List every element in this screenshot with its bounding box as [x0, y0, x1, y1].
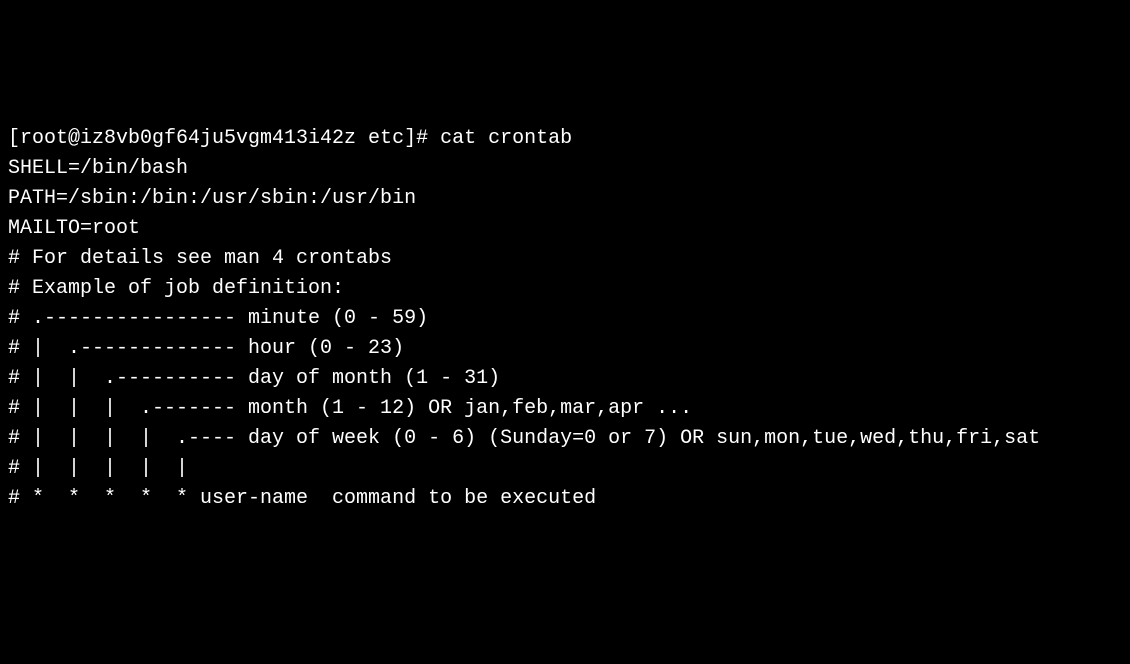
- output-line: # For details see man 4 crontabs: [8, 244, 1122, 274]
- shell-prompt: [root@iz8vb0gf64ju5vgm413i42z etc]#: [8, 127, 440, 150]
- command-text: cat crontab: [440, 127, 572, 150]
- output-line: # * * * * * user-name command to be exec…: [8, 484, 1122, 514]
- output-line: # | | | | .---- day of week (0 - 6) (Sun…: [8, 424, 1122, 454]
- output-line: SHELL=/bin/bash: [8, 154, 1122, 184]
- output-line: PATH=/sbin:/bin:/usr/sbin:/usr/bin: [8, 184, 1122, 214]
- output-line: # | .------------- hour (0 - 23): [8, 334, 1122, 364]
- prompt-line: [root@iz8vb0gf64ju5vgm413i42z etc]# cat …: [8, 124, 1122, 154]
- output-line: MAILTO=root: [8, 214, 1122, 244]
- terminal-output: [root@iz8vb0gf64ju5vgm413i42z etc]# cat …: [8, 124, 1122, 514]
- output-line: # .---------------- minute (0 - 59): [8, 304, 1122, 334]
- output-line: # Example of job definition:: [8, 274, 1122, 304]
- output-line: # | | .---------- day of month (1 - 31): [8, 364, 1122, 394]
- output-line: # | | | | |: [8, 454, 1122, 484]
- output-line: # | | | .------- month (1 - 12) OR jan,f…: [8, 394, 1122, 424]
